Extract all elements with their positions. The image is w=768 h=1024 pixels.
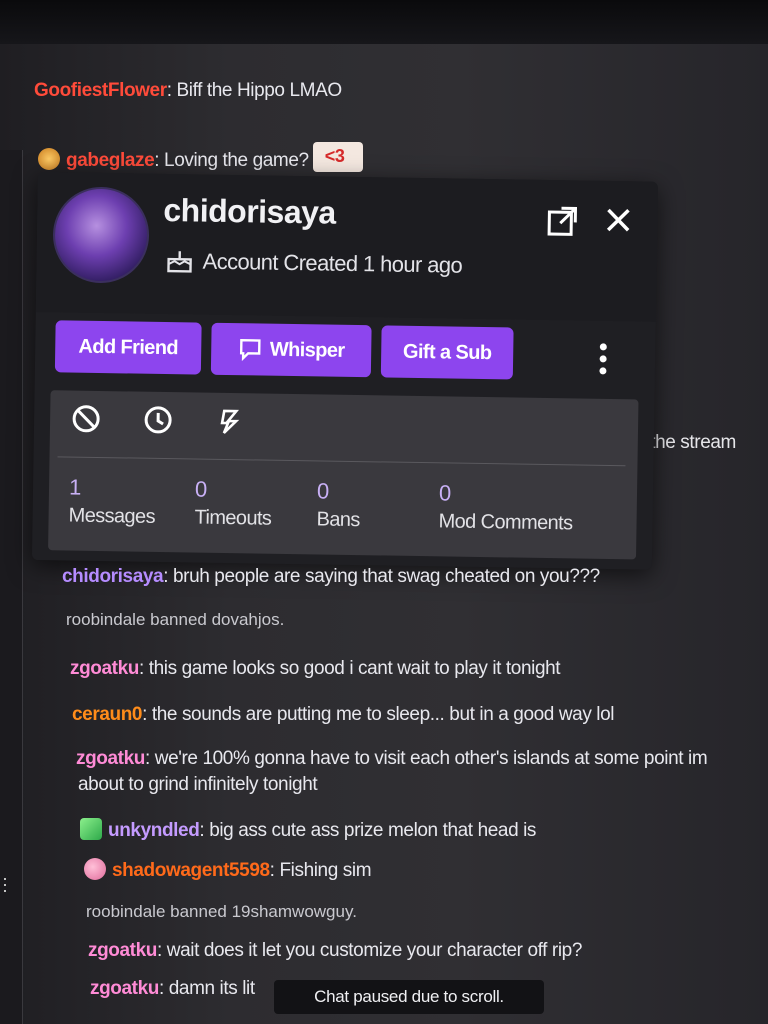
stat-messages[interactable]: 1 Messages (68, 475, 155, 529)
chat-paused-banner[interactable]: Chat paused due to scroll. (274, 980, 544, 1014)
chat-message-continued: about to grind infinitely tonight (78, 774, 318, 795)
whisper-button[interactable]: Whisper (210, 322, 372, 378)
system-message: roobindale banned dovahjos. (66, 610, 285, 629)
chat-text: the sounds are putting me to sleep... bu… (146, 704, 615, 725)
subscriber-badge-icon[interactable] (38, 148, 60, 170)
chat-message: unkyndled: big ass cute ass prize melon … (80, 818, 536, 842)
chat-username[interactable]: zgoatku (90, 978, 159, 999)
chat-username[interactable]: zgoatku (88, 940, 157, 961)
chat-text: Fishing sim (274, 860, 372, 881)
chat-text: Biff the Hippo LMAO (171, 80, 342, 101)
chat-text: big ass cute ass prize melon that head i… (204, 820, 537, 841)
user-card: chidorisaya Account Created 1 hour ago A… (31, 172, 658, 570)
chat-username[interactable]: chidorisaya (62, 566, 164, 587)
chat-username[interactable]: ceraun0 (72, 704, 142, 725)
chat-text: this game looks so good i cant wait to p… (143, 658, 561, 679)
whisper-icon (239, 338, 261, 362)
chat-text: we're 100% gonna have to visit each othe… (149, 748, 708, 769)
monitor-bezel (0, 0, 768, 44)
chat-message: zgoatku: this game looks so good i cant … (70, 658, 561, 679)
user-card-username[interactable]: chidorisaya (163, 192, 336, 232)
chat-username[interactable]: shadowagent5598 (112, 860, 270, 881)
chat-message: zgoatku: we're 100% gonna have to visit … (76, 748, 708, 769)
divider (57, 456, 626, 467)
chat-message: zgoatku: damn its lit (90, 978, 255, 999)
chat-text: Loving the game? (159, 150, 309, 171)
chat-message: GoofiestFlower: Biff the Hippo LMAO (34, 80, 342, 101)
popout-icon[interactable] (545, 204, 580, 239)
chat-username[interactable]: zgoatku (76, 748, 145, 769)
heart-emote-icon: <3 (312, 142, 363, 172)
chat-message: ceraun0: the sounds are putting me to sl… (72, 704, 615, 725)
gift-sub-button[interactable]: Gift a Sub (380, 325, 514, 380)
stat-timeouts[interactable]: 0 Timeouts (194, 477, 272, 531)
chat-message: shadowagent5598: Fishing sim (84, 858, 372, 882)
stat-mod-comments[interactable]: 0 Mod Comments (438, 480, 573, 535)
chat-text: bruh people are saying that swag cheated… (168, 566, 600, 587)
cake-icon (167, 251, 192, 273)
chat-message: gabeglaze: Loving the game? <3 (38, 142, 363, 172)
sword-badge-icon[interactable] (80, 818, 102, 840)
add-friend-button[interactable]: Add Friend (54, 320, 202, 375)
chat-username[interactable]: unkyndled (108, 820, 200, 841)
chat-text: damn its lit (163, 978, 255, 999)
chat-username[interactable]: zgoatku (70, 658, 139, 679)
system-message: roobindale banned 19shamwowguy. (86, 902, 357, 921)
timeout-icon[interactable] (142, 404, 174, 436)
account-created: Account Created 1 hour ago (166, 248, 462, 279)
more-options-icon[interactable] (597, 341, 610, 377)
ban-icon[interactable] (70, 403, 102, 435)
mod-panel: 1 Messages 0 Timeouts 0 Bans 0 Mod Comments (48, 390, 639, 560)
chat-text: wait does it let you customize your char… (161, 940, 583, 961)
pig-badge-icon[interactable] (84, 858, 106, 880)
chat-message: zgoatku: wait does it let you customize … (88, 940, 583, 961)
chat-username[interactable]: gabeglaze (66, 150, 155, 171)
unban-icon[interactable] (214, 405, 246, 437)
more-dots-icon[interactable]: · · · (2, 869, 8, 899)
close-icon[interactable] (603, 205, 633, 235)
chat-message: chidorisaya: bruh people are saying that… (62, 566, 600, 587)
stat-bans[interactable]: 0 Bans (316, 478, 360, 532)
chat-username[interactable]: GoofiestFlower (34, 80, 167, 101)
